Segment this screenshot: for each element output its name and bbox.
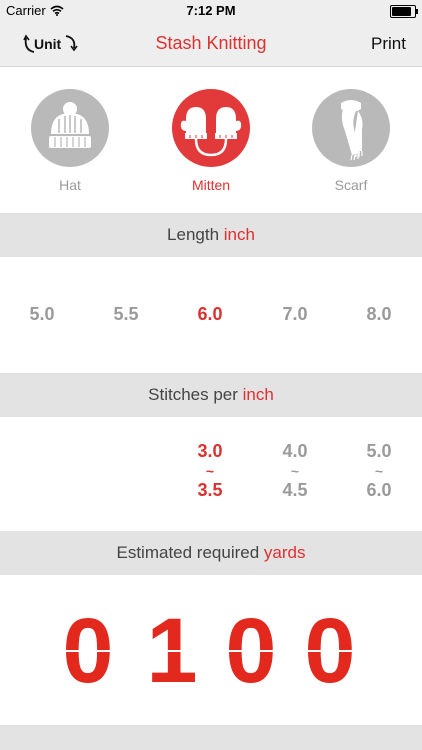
type-scarf[interactable]: Scarf xyxy=(311,89,391,193)
counter-digit: 0 xyxy=(57,609,119,693)
range-tilde: ~ xyxy=(290,463,300,479)
digit-split-line xyxy=(57,650,119,652)
stitches-unit: inch xyxy=(242,385,274,404)
yards-label: Estimated required xyxy=(116,543,264,562)
yards-counter: 0 1 0 0 xyxy=(0,575,422,725)
type-label-scarf: Scarf xyxy=(334,177,368,193)
scarf-icon xyxy=(312,89,390,167)
counter-digit: 0 xyxy=(299,609,361,693)
stitches-header: Stitches per inch xyxy=(0,373,422,417)
type-hat[interactable]: Hat xyxy=(30,89,110,193)
length-option-selected[interactable]: 6.0 xyxy=(180,304,240,325)
counter-digit: 0 xyxy=(220,609,282,693)
bottom-bar xyxy=(0,725,422,750)
range-to: 6.0 xyxy=(366,480,392,500)
length-option[interactable]: 8.0 xyxy=(349,304,409,325)
range-tilde: ~ xyxy=(205,463,215,479)
status-time: 7:12 PM xyxy=(186,3,236,18)
print-button[interactable]: Print xyxy=(371,34,406,54)
length-label: Length xyxy=(167,225,224,244)
length-option[interactable]: 5.0 xyxy=(12,304,72,325)
mitten-icon xyxy=(172,89,250,167)
stitches-label: Stitches per xyxy=(148,385,243,404)
nav-bar: Unit Stash Knitting Print xyxy=(0,22,422,67)
length-option[interactable]: 5.5 xyxy=(96,304,156,325)
stitches-values: 3.0 ~ 3.5 4.0 ~ 4.5 5.0 ~ 6.0 xyxy=(0,417,422,531)
range-tilde: ~ xyxy=(374,463,384,479)
range-from: 5.0 xyxy=(366,441,392,461)
yards-header: Estimated required yards xyxy=(0,531,422,575)
type-label-hat: Hat xyxy=(59,177,81,193)
type-label-mitten: Mitten xyxy=(191,177,231,193)
counter-digit: 1 xyxy=(141,609,203,693)
battery-level xyxy=(392,7,411,16)
type-mitten[interactable]: Mitten xyxy=(171,89,251,193)
status-bar: Carrier 7:12 PM xyxy=(0,0,422,22)
stitch-range-option-selected[interactable]: 3.0 ~ 3.5 xyxy=(180,441,240,501)
length-header: Length inch xyxy=(0,213,422,257)
digit-split-line xyxy=(141,650,203,652)
length-unit: inch xyxy=(223,225,255,244)
battery-icon xyxy=(390,5,418,18)
range-to: 4.5 xyxy=(282,480,308,500)
stitch-range-option[interactable]: 4.0 ~ 4.5 xyxy=(265,441,325,501)
item-type-selector: Hat Mitten Scarf xyxy=(0,67,422,211)
length-option[interactable]: 7.0 xyxy=(265,304,325,325)
digit-split-line xyxy=(220,650,282,652)
hat-icon xyxy=(31,89,109,167)
yards-unit: yards xyxy=(263,543,306,562)
range-from: 4.0 xyxy=(282,441,308,461)
digit-split-line xyxy=(299,650,361,652)
page-title: Stash Knitting xyxy=(155,33,267,53)
range-from: 3.0 xyxy=(197,441,223,461)
length-values: 5.0 5.5 6.0 7.0 8.0 xyxy=(0,257,422,371)
range-to: 3.5 xyxy=(197,480,223,500)
stitch-range-option[interactable]: 5.0 ~ 6.0 xyxy=(349,441,409,501)
